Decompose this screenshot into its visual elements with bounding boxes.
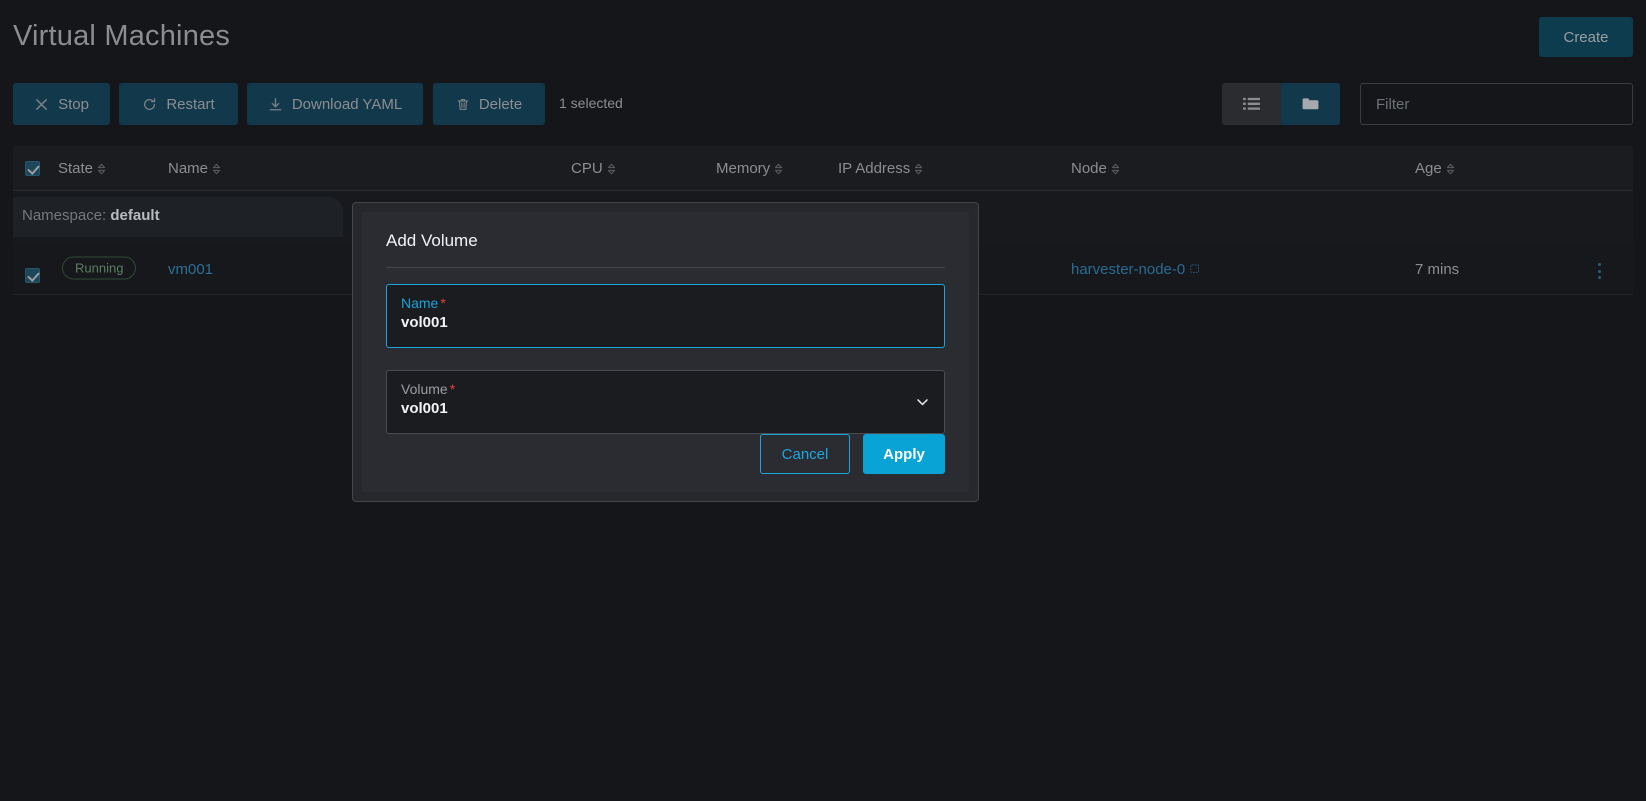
page-title: Virtual Machines [13, 20, 230, 53]
column-label: Name [168, 160, 208, 177]
sort-icon [97, 163, 106, 175]
delete-button[interactable]: Delete [433, 83, 545, 125]
kebab-menu-icon[interactable] [1591, 262, 1607, 280]
column-header-ip-address[interactable]: IP Address [838, 160, 923, 177]
volume-field[interactable]: Volume* vol001 [386, 370, 945, 434]
folder-view-icon [1302, 97, 1319, 111]
column-header-node[interactable]: Node [1071, 160, 1120, 177]
column-label: State [58, 160, 93, 177]
age-cell: 7 mins [1415, 261, 1459, 278]
copy-icon[interactable] [1190, 264, 1202, 276]
node-link[interactable]: harvester-node-0 [1071, 261, 1185, 278]
select-all-checkbox[interactable] [25, 161, 40, 176]
list-view-icon [1243, 97, 1260, 111]
sort-icon [774, 163, 783, 175]
status-badge: Running [62, 257, 136, 280]
sort-icon [914, 163, 923, 175]
column-header-cpu[interactable]: CPU [571, 160, 616, 177]
sort-icon [1446, 163, 1455, 175]
sort-icon [212, 163, 221, 175]
modal-content: Add Volume Name* vol001 Volume* vol001 [362, 212, 969, 492]
volume-field-value[interactable]: vol001 [401, 400, 930, 417]
column-label: CPU [571, 160, 603, 177]
column-header-name[interactable]: Name [168, 160, 221, 177]
sort-icon [1111, 163, 1120, 175]
name-field-label-text: Name [401, 295, 438, 311]
download-yaml-label: Download YAML [292, 96, 402, 113]
required-asterisk: * [450, 381, 455, 397]
sort-icon [607, 163, 616, 175]
app-root: Virtual Machines Create Stop Restart [0, 0, 1646, 801]
vm-name-link[interactable]: vm001 [168, 261, 213, 278]
modal-actions: Cancel Apply [760, 434, 945, 474]
stop-button-label: Stop [58, 96, 89, 113]
required-asterisk: * [440, 295, 445, 311]
volume-field-label: Volume* [401, 381, 930, 397]
column-header-state[interactable]: State [58, 160, 106, 177]
column-header-age[interactable]: Age [1415, 160, 1455, 177]
stop-button[interactable]: Stop [13, 83, 110, 125]
close-x-icon [34, 97, 49, 112]
create-button[interactable]: Create [1539, 17, 1633, 57]
cancel-button[interactable]: Cancel [760, 434, 850, 474]
column-label: Memory [716, 160, 770, 177]
view-toggle-group [1222, 83, 1340, 125]
modal-title: Add Volume [386, 231, 945, 251]
modal-divider [386, 267, 945, 268]
download-icon [268, 97, 283, 112]
list-view-button[interactable] [1222, 83, 1281, 125]
namespace-group-value: default [110, 207, 159, 224]
namespace-group-prefix: Namespace: [22, 207, 106, 224]
name-field[interactable]: Name* vol001 [386, 284, 945, 348]
filter-input[interactable] [1360, 83, 1633, 125]
toolbar: Stop Restart Download YAML [0, 83, 1646, 125]
name-field-value[interactable]: vol001 [401, 314, 930, 331]
column-header-memory[interactable]: Memory [716, 160, 783, 177]
column-label: Age [1415, 160, 1442, 177]
table-header-row: State Name CPU Memory [13, 146, 1633, 191]
chevron-down-icon[interactable] [915, 395, 930, 410]
refresh-icon [142, 97, 157, 112]
row-select-checkbox[interactable] [25, 268, 40, 283]
selected-count: 1 selected [559, 95, 623, 111]
namespace-group-tab[interactable]: Namespace: default [13, 197, 343, 237]
column-label: IP Address [838, 160, 910, 177]
volume-field-label-text: Volume [401, 381, 448, 397]
restart-button-label: Restart [166, 96, 214, 113]
node-cell[interactable]: harvester-node-0 [1071, 261, 1202, 278]
download-yaml-button[interactable]: Download YAML [247, 83, 423, 125]
apply-button[interactable]: Apply [863, 434, 945, 474]
trash-icon [456, 97, 470, 112]
name-field-label: Name* [401, 295, 930, 311]
page-header: Virtual Machines Create [0, 0, 1646, 78]
group-view-button[interactable] [1281, 83, 1340, 125]
delete-button-label: Delete [479, 96, 522, 113]
column-label: Node [1071, 160, 1107, 177]
restart-button[interactable]: Restart [119, 83, 238, 125]
add-volume-modal: Add Volume Name* vol001 Volume* vol001 [352, 202, 979, 502]
